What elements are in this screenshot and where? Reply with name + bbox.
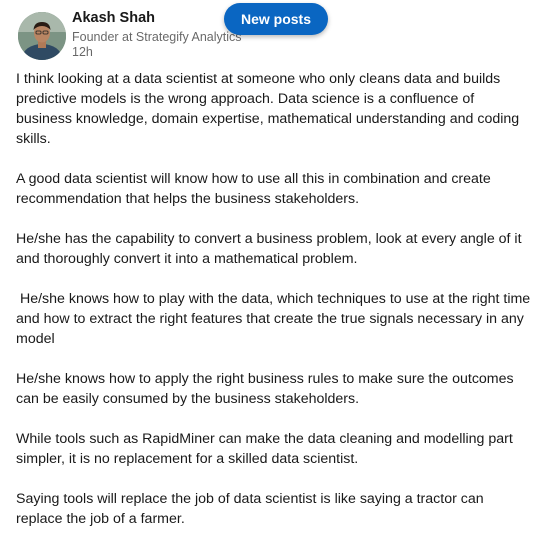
post-paragraph: I think looking at a data scientist at s… <box>16 71 524 147</box>
post-paragraph: He/she knows how to apply the right busi… <box>16 371 518 407</box>
new-posts-button[interactable]: New posts <box>224 3 328 35</box>
post-timestamp: 12h <box>72 45 93 59</box>
post-paragraph: He/she has the capability to convert a b… <box>16 231 526 267</box>
post-text: I think looking at a data scientist at s… <box>16 69 534 549</box>
post-paragraph: He/she knows how to play with the data, … <box>16 291 535 347</box>
author-avatar[interactable] <box>18 12 66 60</box>
author-photo <box>18 12 66 60</box>
post-paragraph: While tools such as RapidMiner can make … <box>16 431 517 467</box>
post-paragraph: Saying tools will replace the job of dat… <box>16 491 488 527</box>
post-paragraph: A good data scientist will know how to u… <box>16 171 495 207</box>
feed-post: Akash Shah Founder at Strategify Analyti… <box>0 0 541 527</box>
